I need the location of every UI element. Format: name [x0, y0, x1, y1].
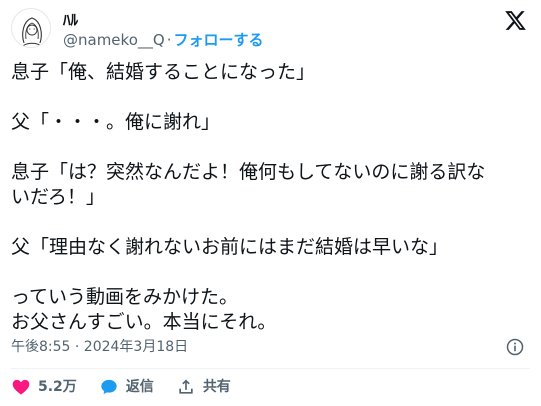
tweet-line: 父「・・・。俺に謝れ」	[11, 111, 221, 133]
tweet-line: いだろ！」	[11, 186, 105, 208]
author-display-name[interactable]: ﾊﾙ	[63, 11, 78, 29]
follow-button[interactable]: フォローする	[173, 31, 263, 49]
action-bar: 5.2万 返信 共有	[11, 376, 253, 398]
share-button[interactable]: 共有	[176, 377, 231, 397]
author-handle-row: @nameko__Q · フォローする	[63, 31, 263, 49]
tweet-line: っていう動画をみかけた。	[11, 286, 239, 308]
tweet-line: 父「理由なく謝れないお前にはまだ結婚は早いな」	[11, 236, 449, 258]
reply-label: 返信	[125, 379, 154, 395]
tweet-text: 息子「俺、結婚することになった」 父「・・・。俺に謝れ」 息子「は？突然なんだよ…	[11, 60, 529, 335]
share-label: 共有	[202, 379, 231, 395]
tweet-line: 息子「俺、結婚することになった」	[11, 61, 316, 83]
avatar[interactable]	[11, 8, 51, 48]
tweet-line: 息子「は？突然なんだよ！俺何もしてないのに謝る訳な	[11, 161, 486, 183]
tweet-timestamp[interactable]: 午後8:55 · 2024年3月18日	[11, 338, 188, 356]
handle-separator: ·	[166, 31, 172, 49]
share-arrow-icon	[176, 377, 196, 397]
divider	[11, 368, 530, 369]
info-icon[interactable]	[505, 337, 525, 357]
speech-bubble-icon	[99, 377, 119, 397]
embedded-tweet-card: ﾊﾙ @nameko__Q · フォローする 息子「俺、結婚することになった」 父「…	[0, 0, 541, 406]
x-logo-icon[interactable]	[504, 9, 527, 32]
tweet-line: お父さんすごい。本当にそれ。	[11, 311, 277, 333]
reply-button[interactable]: 返信	[99, 377, 154, 397]
like-count: 5.2万	[38, 379, 77, 395]
author-handle[interactable]: @nameko__Q	[63, 31, 165, 49]
avatar-illustration	[12, 9, 50, 47]
heart-icon	[11, 377, 31, 397]
like-button[interactable]: 5.2万	[11, 377, 77, 397]
